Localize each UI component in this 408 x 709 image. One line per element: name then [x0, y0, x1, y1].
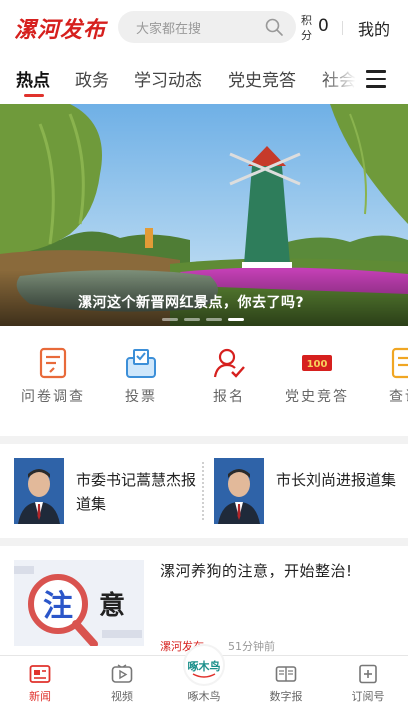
nav-subscription[interactable]: 订阅号	[328, 656, 408, 709]
nav-news[interactable]: 新闻	[0, 656, 80, 709]
news-time: 51分钟前	[228, 640, 275, 653]
quick-links: 问卷调查 投票 报名 100 党史竞答 查询	[0, 326, 408, 436]
nav-label: 新闻	[29, 690, 51, 703]
bottom-nav: 新闻 视频 啄木鸟 啄木鸟 数字报 订阅号	[0, 644, 408, 709]
tab-hot[interactable]: 热点	[16, 66, 50, 91]
nav-label: 啄木鸟	[187, 690, 221, 703]
banner-title[interactable]: 漯河这个新晋网红景点，你去了吗?	[78, 292, 304, 312]
quick-link-label: 查询	[389, 389, 408, 405]
woodpecker-icon: 啄木鸟	[183, 644, 225, 686]
leader-divider	[202, 462, 204, 520]
search-placeholder: 大家都在搜	[136, 22, 202, 37]
points-value[interactable]: 0	[318, 16, 329, 36]
points-label: 积分	[301, 14, 312, 42]
thumb-text-2: 意	[99, 590, 125, 621]
svg-text:100: 100	[307, 359, 328, 370]
mine-button[interactable]: 我的	[358, 16, 390, 40]
mayor-photo[interactable]	[214, 458, 264, 524]
news-icon	[29, 665, 51, 683]
search-icon[interactable]	[264, 17, 284, 37]
mayor-reports-link[interactable]: 市长刘尚进报道集	[276, 468, 398, 492]
tab-study-news[interactable]: 学习动态	[134, 66, 202, 91]
carousel-dot[interactable]	[206, 318, 222, 321]
tab-government[interactable]: 政务	[75, 66, 109, 91]
quick-link-label: 党史竞答	[285, 389, 349, 405]
active-tab-indicator	[24, 94, 44, 97]
party-history-icon: 100	[302, 355, 332, 371]
survey-icon	[39, 347, 67, 379]
nav-label: 订阅号	[351, 690, 385, 703]
subscription-icon	[359, 664, 377, 684]
nav-woodpecker[interactable]: 啄木鸟 啄木鸟	[164, 644, 244, 709]
carousel-dot-active[interactable]	[228, 318, 244, 321]
nav-label: 视频	[111, 690, 133, 703]
nav-label: 数字报	[269, 690, 303, 703]
secretary-photo[interactable]	[14, 458, 64, 524]
secretary-reports-link[interactable]: 市委书记蒿慧杰报道集	[76, 468, 198, 516]
carousel-dot[interactable]	[184, 318, 200, 321]
woodpecker-badge-text: 啄木鸟	[188, 659, 221, 673]
news-item[interactable]: 注 意 漯河养狗的注意，开始整治! 漯河发布 51分钟前	[0, 546, 408, 656]
news-thumbnail[interactable]: 注 意	[14, 560, 144, 646]
quick-link-label: 投票	[125, 389, 157, 405]
quick-link-label: 问卷调查	[21, 389, 85, 405]
signup-icon	[213, 348, 245, 378]
menu-icon[interactable]	[366, 70, 386, 88]
digital-paper-icon	[275, 666, 297, 682]
carousel-dot[interactable]	[162, 318, 178, 321]
leader-reports: 市委书记蒿慧杰报道集 市长刘尚进报道集	[0, 444, 408, 538]
query-icon	[391, 347, 408, 379]
search-input[interactable]: 大家都在搜	[118, 11, 296, 43]
channel-tabs: 热点 政务 学习动态 党史竞答 社会	[0, 54, 408, 104]
nav-digital-paper[interactable]: 数字报	[246, 656, 326, 709]
banner-carousel[interactable]: 漯河这个新晋网红景点，你去了吗?	[0, 104, 408, 326]
vote-icon	[126, 349, 156, 378]
header-divider	[342, 21, 343, 35]
quick-link-label: 报名	[213, 389, 245, 405]
video-icon	[111, 664, 133, 683]
tab-party-history-quiz[interactable]: 党史竞答	[228, 66, 296, 91]
app-logo: 漯河发布	[14, 17, 107, 43]
nav-video[interactable]: 视频	[82, 656, 162, 709]
news-title[interactable]: 漯河养狗的注意，开始整治!	[160, 560, 396, 582]
thumb-text-1: 注	[43, 589, 73, 624]
app-header: 漯河发布 大家都在搜 积分 0 我的	[0, 0, 408, 54]
